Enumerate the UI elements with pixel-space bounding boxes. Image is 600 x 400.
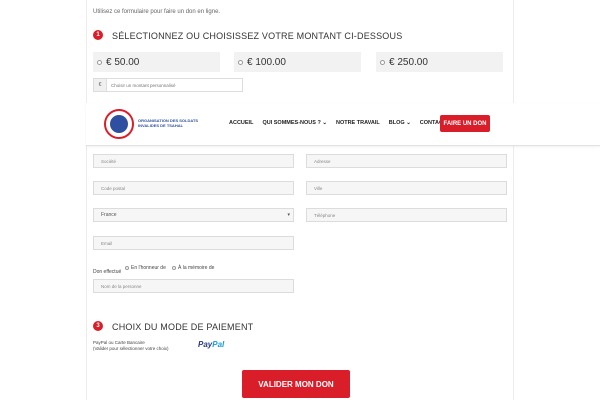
amount-label: € 250.00 xyxy=(389,56,428,68)
amount-option-50[interactable]: € 50.00 xyxy=(93,52,220,72)
nav-item-label: QUI SOMMES-NOUS ? xyxy=(262,120,321,126)
step-1-badge: 1 xyxy=(93,30,103,40)
chevron-down-icon: ▾ xyxy=(287,212,290,218)
person-name-field[interactable]: Nom de la personne xyxy=(93,279,294,293)
step-1-title: SÉLECTIONNEZ OU CHOISISSEZ VOTRE MONTANT… xyxy=(112,31,403,41)
payment-method-text: PayPal ou Carte Bancaire (Valider pour s… xyxy=(93,340,168,352)
don-effectue-label: Don effectué xyxy=(93,269,122,275)
honneur-label: En l'honneur de xyxy=(131,265,166,271)
custom-amount-group: € xyxy=(93,78,243,92)
amount-label: € 50.00 xyxy=(106,56,140,68)
amount-option-250[interactable]: € 250.00 xyxy=(376,52,503,72)
payment-method-line2: (Valider pour sélectionner votre choix) xyxy=(93,346,169,351)
radio-icon[interactable] xyxy=(380,59,385,65)
honneur-option[interactable]: En l'honneur de xyxy=(125,265,166,271)
nav-item-qui-sommes-nous[interactable]: QUI SOMMES-NOUS ? ⌄ xyxy=(262,120,327,126)
country-value: France xyxy=(101,212,117,218)
postal-code-field[interactable]: Code postal xyxy=(93,181,294,195)
nav-item-accueil[interactable]: ACCUEIL xyxy=(229,120,253,126)
step-3-badge: 3 xyxy=(93,321,103,331)
paypal-logo[interactable]: PayPal xyxy=(198,340,224,349)
content-border-left xyxy=(86,0,87,400)
content-border-right xyxy=(513,0,514,400)
ville-field[interactable]: Ville xyxy=(306,181,507,195)
adresse-field[interactable]: Adresse xyxy=(306,154,507,168)
nav-item-label: BLOG xyxy=(388,120,405,126)
donate-header-button[interactable]: FAIRE UN DON xyxy=(440,115,490,132)
radio-icon[interactable] xyxy=(97,59,102,65)
logo-text: ORGANISATION DES SOLDATS INVALIDES DE TS… xyxy=(138,118,199,128)
site-header: ORGANISATION DES SOLDATS INVALIDES DE TS… xyxy=(86,103,600,146)
country-select[interactable]: France ▾ xyxy=(93,208,294,222)
memoire-label: À la mémoire de xyxy=(178,265,215,271)
donation-page: Utilisez ce formulaire pour faire un don… xyxy=(0,0,600,400)
nav-item-blog[interactable]: BLOG ⌄ xyxy=(389,120,411,126)
nav-item-notre-travail[interactable]: NOTRE TRAVAIL xyxy=(336,120,380,126)
logo-emblem[interactable] xyxy=(104,109,134,139)
memoire-option[interactable]: À la mémoire de xyxy=(172,265,214,271)
chevron-down-icon: ⌄ xyxy=(322,120,327,126)
radio-icon[interactable] xyxy=(125,266,129,270)
custom-amount-input[interactable] xyxy=(107,79,242,91)
logo-star-icon xyxy=(110,115,128,133)
main-nav: ACCUEIL QUI SOMMES-NOUS ? ⌄ NOTRE TRAVAI… xyxy=(229,120,446,126)
amount-label: € 100.00 xyxy=(247,56,286,68)
step-3-title: CHOIX DU MODE DE PAIEMENT xyxy=(112,322,254,332)
submit-donation-button[interactable]: VALIDER MON DON xyxy=(242,370,350,398)
societe-field[interactable]: Société xyxy=(93,154,294,168)
amount-option-100[interactable]: € 100.00 xyxy=(234,52,361,72)
intro-text: Utilisez ce formulaire pour faire un don… xyxy=(93,9,221,15)
currency-symbol: € xyxy=(94,79,107,91)
chevron-down-icon: ⌄ xyxy=(406,120,411,126)
email-field[interactable]: Email xyxy=(93,236,294,250)
telephone-field[interactable]: Téléphone xyxy=(306,208,507,222)
radio-icon[interactable] xyxy=(238,59,243,65)
radio-icon[interactable] xyxy=(172,266,176,270)
